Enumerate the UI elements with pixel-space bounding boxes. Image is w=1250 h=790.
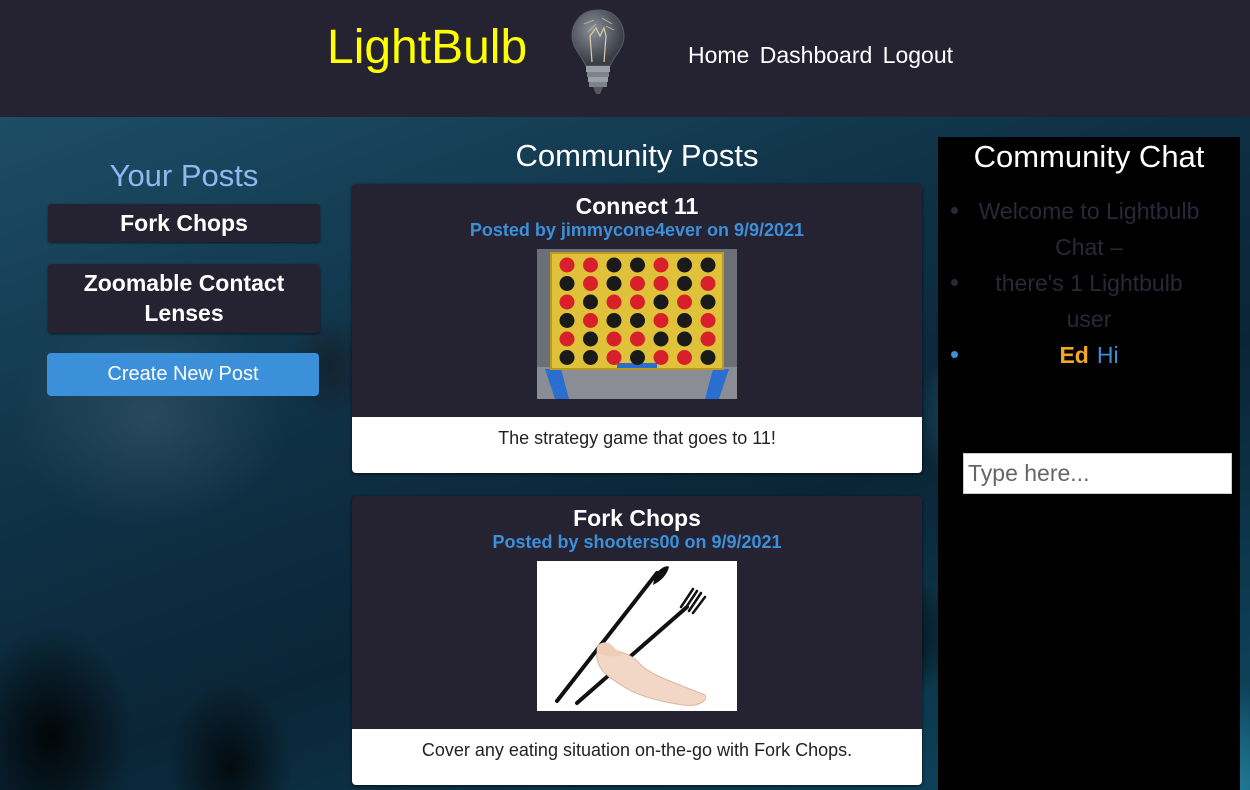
header: LightBulb Home Dashboard Logout [0, 0, 1250, 117]
nav-home-link[interactable]: Home [688, 42, 749, 68]
post-card[interactable]: Fork Chops Posted by shooters00 on 9/9/2… [352, 496, 922, 785]
chat-messages-list: Welcome to Lightbulb Chat – there's 1 Li… [938, 193, 1240, 373]
post-meta[interactable]: Posted by jimmycone4ever on 9/9/2021 [352, 219, 922, 241]
bullet-icon [951, 279, 958, 286]
fork-chops-image [537, 561, 737, 711]
post-body: The strategy game that goes to 11! [352, 417, 922, 473]
site-logo-text[interactable]: LightBulb [327, 20, 527, 75]
connect-four-image [537, 249, 737, 399]
community-posts-heading: Community Posts [515, 138, 759, 173]
create-new-post-button[interactable]: Create New Post [47, 353, 319, 396]
chat-message: Ed Hi [938, 337, 1240, 373]
bullet-icon [951, 351, 958, 358]
your-posts-heading: Your Posts [109, 158, 259, 193]
post-title: Connect 11 [575, 193, 699, 219]
chat-heading: Community Chat [973, 139, 1205, 174]
community-chat-panel: Community Chat Welcome to Lightbulb Chat… [938, 137, 1240, 790]
chat-system-text: there's 1 Lightbulb user [995, 270, 1183, 332]
bullet-icon [951, 207, 958, 214]
lightbulb-icon [571, 9, 625, 94]
post-title: Fork Chops [573, 505, 701, 531]
chat-system-message: there's 1 Lightbulb user [938, 265, 1240, 337]
nav-dashboard-link[interactable]: Dashboard [760, 42, 873, 68]
chat-system-message: Welcome to Lightbulb Chat – [938, 193, 1240, 265]
post-body: Cover any eating situation on-the-go wit… [352, 729, 922, 785]
your-post-item[interactable]: Zoomable Contact Lenses [48, 264, 320, 333]
your-post-item[interactable]: Fork Chops [48, 204, 320, 242]
chat-system-text: Welcome to Lightbulb Chat – [978, 198, 1200, 260]
chat-message-text: Hi [1096, 342, 1119, 368]
post-card[interactable]: Connect 11 Posted by jimmycone4ever on 9… [352, 184, 922, 473]
nav-logout-link[interactable]: Logout [883, 42, 953, 68]
main-nav: Home Dashboard Logout [688, 42, 957, 69]
chat-message-user: Ed [1059, 342, 1089, 368]
post-meta[interactable]: Posted by shooters00 on 9/9/2021 [352, 531, 922, 553]
chat-input[interactable] [963, 453, 1232, 494]
